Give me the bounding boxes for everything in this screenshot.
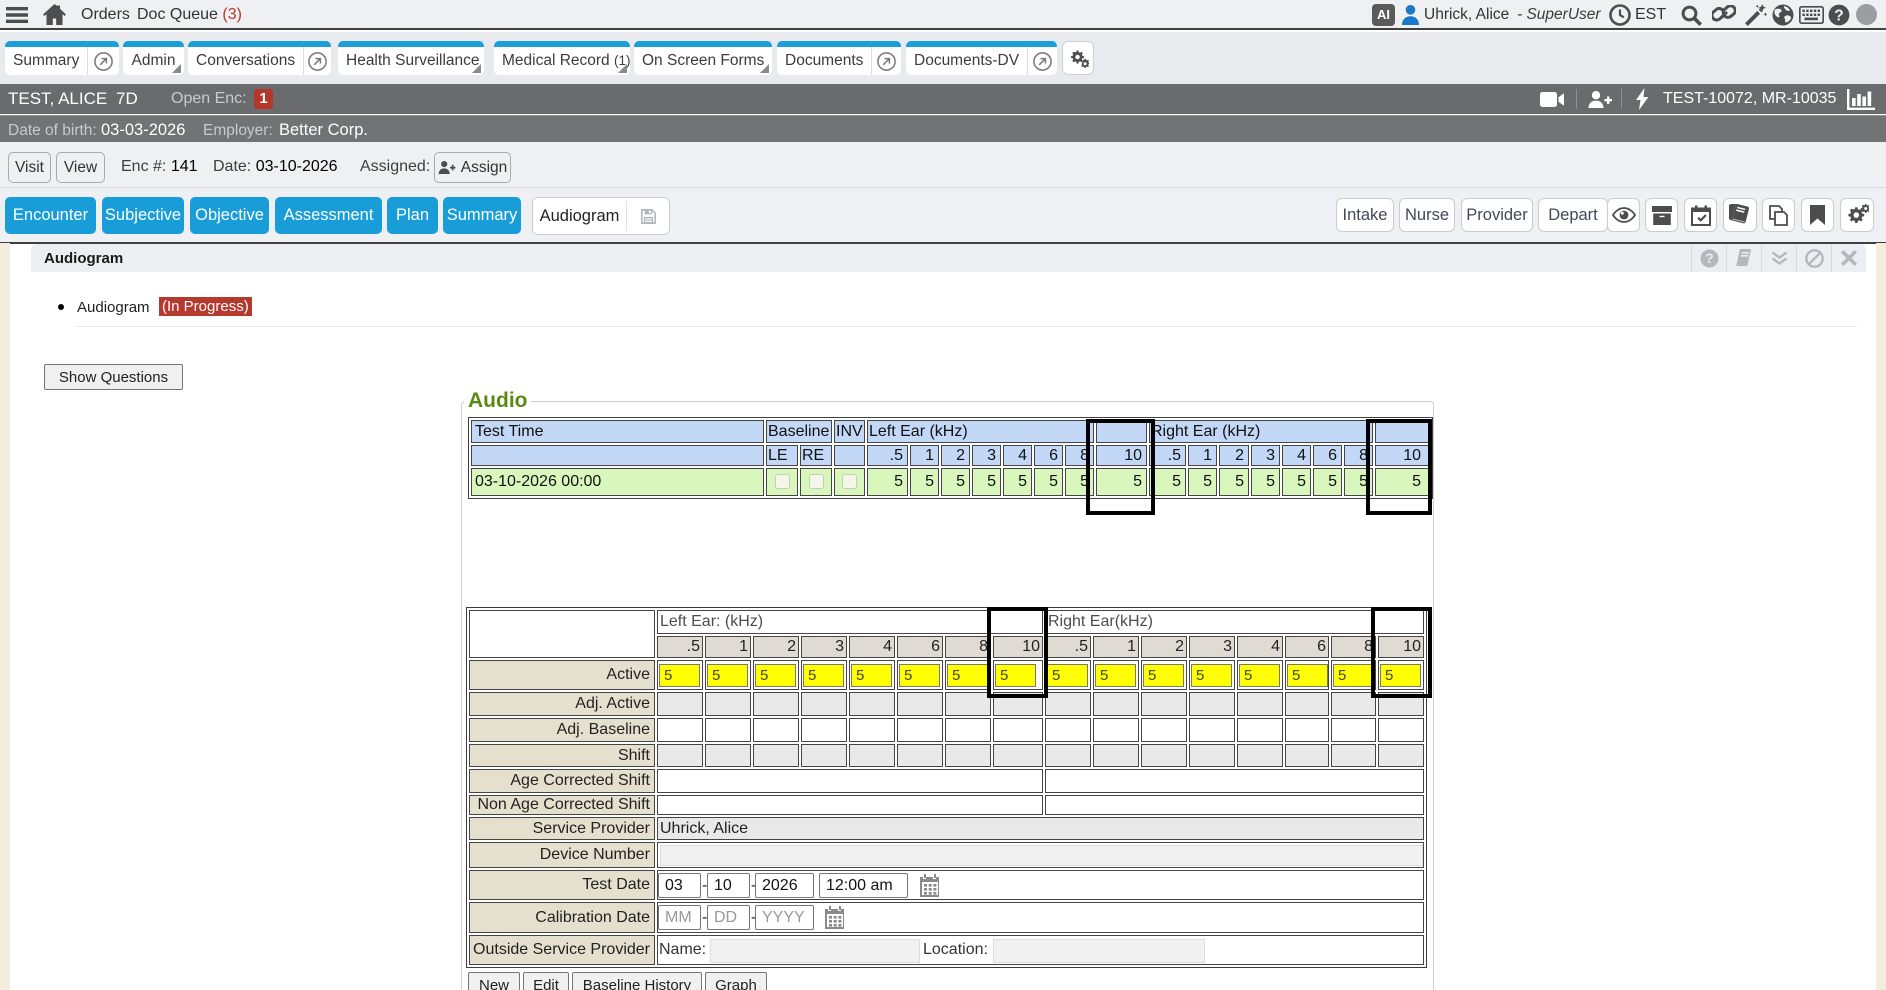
svg-text:?: ? bbox=[1705, 251, 1713, 266]
svg-text:?: ? bbox=[1834, 7, 1843, 24]
